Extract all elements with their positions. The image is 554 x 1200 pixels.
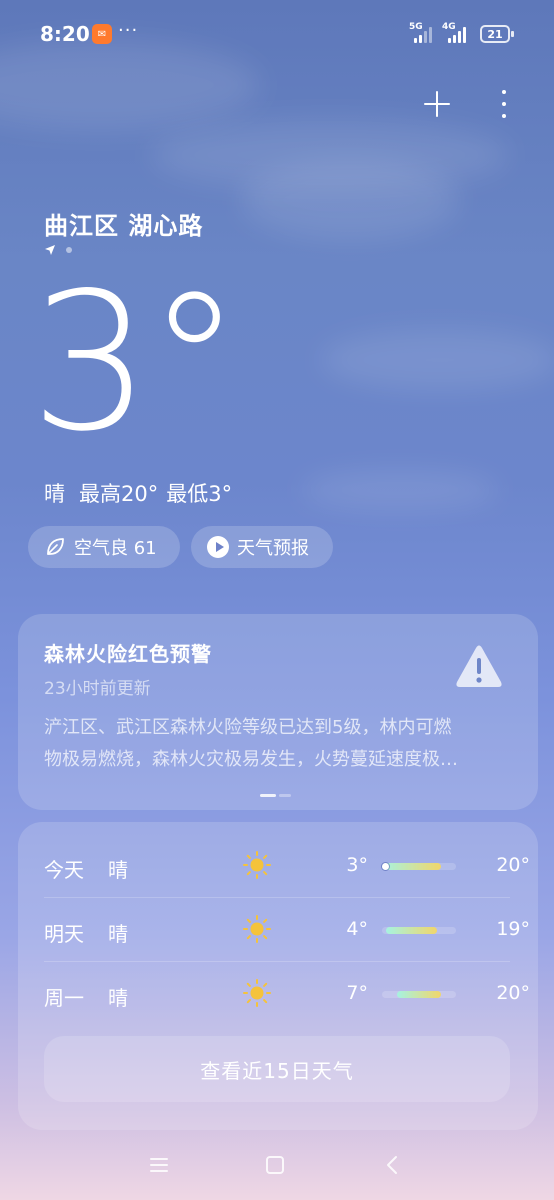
row-divider (44, 897, 510, 898)
status-bar: 8:20 ✉ ··· 5G 4G 21 (0, 0, 554, 70)
low-temp: 7° (346, 982, 368, 1004)
temperature-range-bar (382, 863, 456, 870)
forecast-row-monday[interactable]: 周一 晴 7° 20° (44, 968, 530, 1018)
high-temp: 20° (496, 982, 530, 1004)
sun-icon (243, 915, 271, 943)
view-15-day-forecast-button[interactable]: 查看近15日天气 (44, 1036, 510, 1102)
high-temp: 20° (496, 854, 530, 876)
temperature-range-bar (382, 927, 456, 934)
notification-app-icon: ✉ (92, 24, 112, 44)
forecast-row-tomorrow[interactable]: 明天 晴 4° 19° (44, 904, 530, 954)
high-temp: 19° (496, 918, 530, 940)
current-condition: 晴 (44, 482, 65, 506)
high-temperature: 最高20° (79, 482, 159, 506)
forecast-label: 天气预报 (237, 538, 309, 559)
day-condition: 晴 (108, 922, 128, 946)
day-name: 周一 (44, 986, 84, 1010)
daily-forecast-card: 今天 晴 3° 20° 明天 晴 4° 19° 周一 晴 7° 20° 查看近1… (18, 822, 538, 1130)
battery-icon: 21 (480, 25, 510, 43)
status-time: 8:20 (40, 22, 90, 46)
temperature-range-fill (382, 863, 442, 870)
air-quality-chip[interactable]: 空气良 61 (28, 526, 180, 568)
warning-title: 森林火险红色预警 (44, 642, 212, 666)
play-icon (207, 536, 229, 558)
warning-description-line: 物极易燃烧，森林火灾极易发生，火势蔓延速度极… (44, 749, 458, 770)
temperature-range-fill (385, 927, 438, 934)
warning-pager (260, 794, 291, 797)
weather-summary: 晴 最高20° 最低3° (44, 478, 232, 508)
warning-updated-time: 23小时前更新 (44, 679, 151, 699)
signal-icon (448, 25, 470, 43)
sun-icon (243, 979, 271, 1007)
battery-level: 21 (487, 27, 503, 41)
more-vertical-icon[interactable] (492, 88, 516, 120)
system-navigation-bar (0, 1140, 554, 1200)
warning-card[interactable]: 森林火险红色预警 23小时前更新 浐江区、武江区森林火险等级已达到5级，林内可燃… (18, 614, 538, 810)
signal-icon (414, 25, 436, 43)
weather-forecast-chip[interactable]: 天气预报 (191, 526, 333, 568)
current-temp-marker (382, 863, 389, 870)
sun-icon (243, 851, 271, 879)
day-condition: 晴 (108, 986, 128, 1010)
temperature-range-fill (396, 991, 442, 998)
forecast-row-today[interactable]: 今天 晴 3° 20° (44, 840, 530, 890)
warning-description-line: 浐江区、武江区森林火险等级已达到5级，林内可燃 (44, 717, 452, 738)
air-quality-label: 空气良 61 (74, 538, 157, 559)
battery-tip (511, 31, 514, 37)
low-temp: 4° (346, 918, 368, 940)
more-notifications-indicator: ··· (118, 20, 139, 41)
back-icon[interactable] (383, 1155, 401, 1175)
location-name[interactable]: 曲江区 湖心路 (44, 206, 203, 241)
temperature-range-bar (382, 991, 456, 998)
low-temperature: 最低3° (166, 482, 233, 506)
day-condition: 晴 (108, 858, 128, 882)
warning-icon (456, 645, 502, 687)
row-divider (44, 961, 510, 962)
warning-description: 浐江区、武江区森林火险等级已达到5级，林内可燃 物极易燃烧，森林火灾极易发生，火… (44, 712, 514, 776)
day-name: 明天 (44, 922, 84, 946)
leaf-icon (47, 538, 64, 555)
home-icon[interactable] (266, 1156, 284, 1174)
day-name: 今天 (44, 858, 84, 882)
low-temp: 3° (346, 854, 368, 876)
current-temperature: 3° (30, 252, 242, 473)
plus-icon[interactable] (420, 87, 454, 121)
menu-icon[interactable] (150, 1158, 168, 1172)
